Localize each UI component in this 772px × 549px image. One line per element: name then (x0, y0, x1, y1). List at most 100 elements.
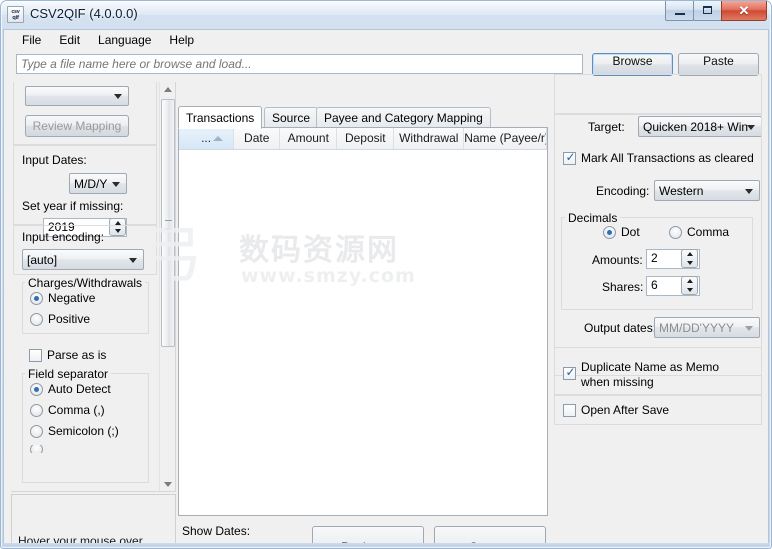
scroll-down-icon[interactable] (160, 476, 175, 491)
close-icon: ✕ (738, 3, 750, 18)
radio-label: Comma (,) (48, 403, 105, 417)
radio-indicator (30, 291, 43, 305)
stepper-down-icon[interactable] (682, 286, 697, 295)
account-combo[interactable] (25, 86, 129, 106)
shares-label: Shares: (602, 280, 644, 294)
left-options-panel: Review Mapping Input Dates: M/D/Y Set ye… (11, 82, 176, 545)
chevron-down-icon (112, 181, 120, 187)
radio-indicator (30, 312, 43, 326)
help-hint-box: Hover your mouse over things that are no… (11, 494, 176, 545)
client-area: File Edit Language Help Browse Paste Rev… (3, 29, 769, 546)
column-header-withdrawal[interactable]: Withdrawal (394, 128, 465, 149)
input-dates-label: Input Dates: (22, 153, 87, 167)
radio-indicator (30, 424, 43, 438)
checkbox-indicator (563, 365, 577, 380)
radio-sep-auto-detect[interactable]: Auto Detect (30, 382, 111, 396)
encoding-label: Encoding: (596, 184, 650, 198)
paste-button[interactable]: Paste (678, 53, 759, 76)
amounts-stepper[interactable] (681, 249, 698, 268)
scrollbar-thumb[interactable] (161, 99, 175, 347)
window-controls: ✕ (665, 1, 767, 21)
radio-label: Negative (48, 291, 96, 305)
checkbox-indicator (29, 348, 42, 362)
radio-decimals-comma[interactable]: Comma (669, 225, 729, 239)
input-encoding-value: [auto] (27, 252, 58, 267)
chevron-down-icon (745, 325, 753, 331)
radio-decimals-dot[interactable]: Dot (603, 225, 640, 239)
column-header-rownum[interactable]: ... (179, 128, 235, 149)
application-window: csv qif CSV2QIF (4.0.0.0) ✕ File Edit La… (0, 0, 772, 549)
column-header-amount[interactable]: Amount (280, 128, 338, 149)
transactions-grid-header: ... Date Amount Deposit Withdrawal Name … (179, 128, 547, 150)
checkbox-indicator (563, 150, 577, 165)
review-mapping-button[interactable]: Review Mapping (25, 115, 129, 137)
output-dates-combo[interactable]: MM/DD'YYYY (654, 317, 760, 338)
encoding-value: Western (659, 183, 704, 198)
menu-item-language[interactable]: Language (89, 31, 160, 50)
checkbox-indicator (563, 403, 576, 417)
radio-sep-clipped[interactable] (30, 445, 48, 453)
left-options-scrollview: Review Mapping Input Dates: M/D/Y Set ye… (11, 82, 176, 492)
radio-indicator (30, 445, 43, 453)
minimize-button[interactable] (665, 1, 694, 21)
checkbox-label: Parse as is (47, 348, 107, 362)
input-dates-combo[interactable]: M/D/Y (69, 173, 127, 194)
stepper-up-icon[interactable] (682, 277, 697, 286)
radio-label: Comma (687, 225, 730, 239)
checkbox-duplicate-name-as-memo[interactable]: Duplicate Name as Memo when missing (563, 360, 753, 390)
chevron-down-icon (114, 94, 122, 99)
radio-sep-semicolon[interactable]: Semicolon (;) (30, 424, 119, 438)
checkbox-open-after-save[interactable]: Open After Save (563, 403, 669, 417)
left-panel-scrollbar[interactable] (159, 82, 175, 491)
target-block (554, 74, 762, 114)
input-encoding-combo[interactable]: [auto] (22, 249, 144, 270)
browse-button[interactable]: Browse (592, 53, 673, 76)
tab-strip: Transactions Source Payee and Category M… (178, 106, 548, 129)
field-separator-label: Field separator (25, 367, 112, 381)
title-bar[interactable]: csv qif CSV2QIF (4.0.0.0) ✕ (0, 0, 772, 29)
window-title: CSV2QIF (4.0.0.0) (30, 6, 138, 21)
column-header-label: ... (201, 131, 212, 145)
column-header-name-payee[interactable]: Name (Payee/r) (464, 128, 547, 149)
column-header-date[interactable]: Date (234, 128, 281, 149)
chevron-down-icon (129, 257, 137, 263)
window-bottom-edge (3, 543, 769, 546)
charges-withdrawals-label: Charges/Withdrawals (25, 276, 146, 290)
shares-stepper[interactable] (681, 276, 698, 295)
checkbox-parse-as-is[interactable]: Parse as is (29, 348, 106, 362)
menu-item-file[interactable]: File (13, 31, 50, 50)
center-panel: Transactions Source Payee and Category M… (176, 79, 550, 545)
tab-transactions[interactable]: Transactions (178, 106, 263, 129)
radio-indicator (669, 225, 682, 239)
show-dates-label: Show Dates: (182, 524, 251, 538)
output-dates-label: Output dates: (584, 321, 657, 335)
stepper-down-icon[interactable] (682, 259, 697, 268)
radio-charges-negative[interactable]: Negative (30, 291, 95, 305)
scroll-up-icon[interactable] (160, 82, 175, 98)
radio-indicator (603, 225, 616, 239)
menu-item-edit[interactable]: Edit (50, 31, 89, 50)
maximize-button[interactable] (693, 1, 722, 21)
encoding-combo[interactable]: Western (654, 180, 760, 201)
checkbox-label: Mark All Transactions as cleared (581, 151, 754, 165)
input-dates-value: M/D/Y (74, 176, 108, 191)
file-path-input[interactable] (16, 54, 583, 74)
tab-payee-category-mapping[interactable]: Payee and Category Mapping (316, 107, 491, 128)
transactions-tab-page: ... Date Amount Deposit Withdrawal Name … (178, 127, 548, 516)
radio-sep-comma[interactable]: Comma (,) (30, 403, 105, 417)
radio-label: Positive (48, 312, 91, 326)
checkbox-mark-all-cleared[interactable]: Mark All Transactions as cleared (563, 150, 754, 165)
close-button[interactable]: ✕ (721, 1, 767, 21)
radio-indicator (30, 382, 43, 396)
app-icon: csv qif (7, 6, 24, 23)
menu-bar: File Edit Language Help (4, 30, 768, 51)
transactions-grid-body[interactable] (179, 150, 547, 515)
right-options-panel: Target: Quicken 2018+ Win Mark All Trans… (554, 74, 762, 541)
column-header-deposit[interactable]: Deposit (337, 128, 395, 149)
tab-source[interactable]: Source (264, 107, 319, 128)
radio-charges-positive[interactable]: Positive (30, 312, 90, 326)
input-encoding-label: Input encoding: (22, 230, 105, 244)
stepper-up-icon[interactable] (682, 250, 697, 259)
radio-label: Auto Detect (48, 382, 111, 396)
menu-item-help[interactable]: Help (160, 31, 203, 50)
